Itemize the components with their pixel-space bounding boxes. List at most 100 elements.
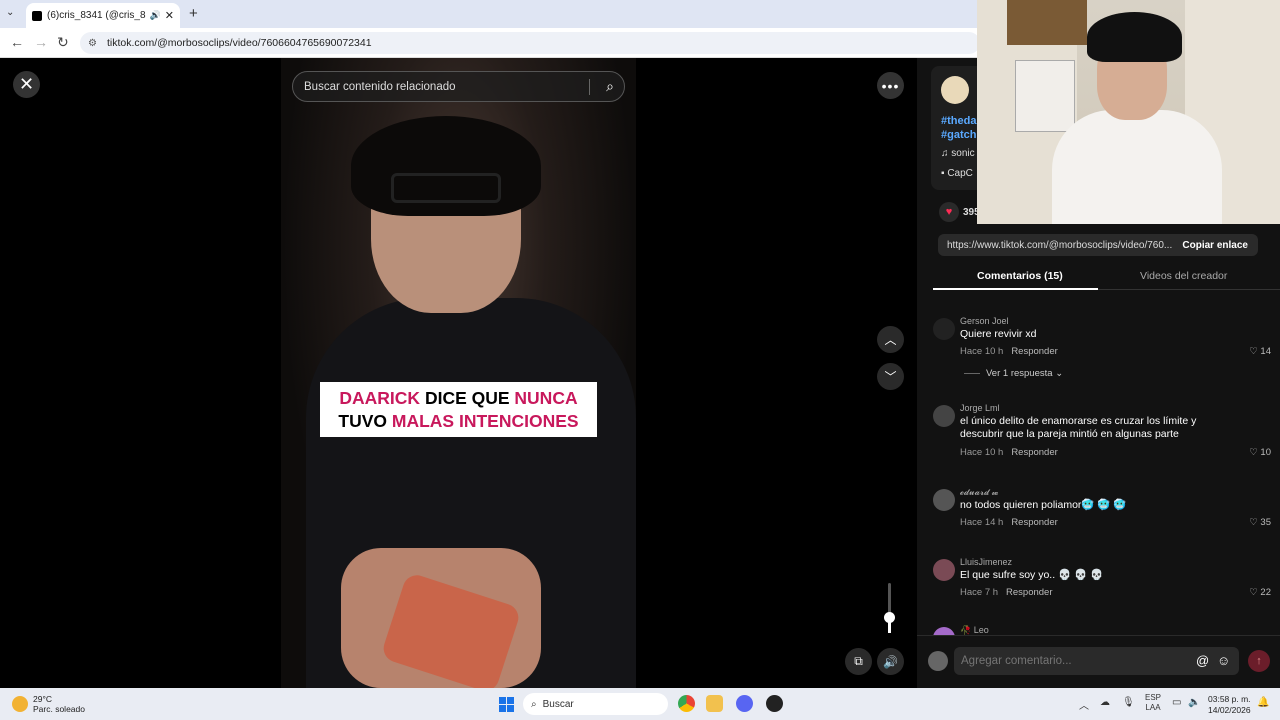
- webcam-overlay: [977, 0, 1280, 224]
- active-tab-underline: [933, 288, 1098, 290]
- reload-icon[interactable]: ↻: [57, 34, 69, 51]
- music-note-icon: ♫: [941, 148, 952, 159]
- audio-playing-icon[interactable]: 🔊: [150, 10, 161, 21]
- weather-widget[interactable]: 29°C Parc. soleado: [12, 694, 85, 714]
- search-icon[interactable]: ⌕: [606, 78, 614, 95]
- tab-search-chevron-icon[interactable]: ⌄: [6, 7, 14, 18]
- comment-avatar[interactable]: [933, 627, 955, 635]
- cloud-sync-icon[interactable]: ☁: [1100, 697, 1110, 708]
- tab-close-icon[interactable]: ✕: [165, 9, 174, 22]
- hashtag-2[interactable]: #gatch: [941, 128, 976, 142]
- emoji-icon[interactable]: ☺: [1217, 653, 1230, 668]
- clock-date: 14/02/2026: [1208, 705, 1251, 715]
- comment-like[interactable]: ♡ 22: [1249, 587, 1271, 598]
- picture-in-picture-button[interactable]: ⧉: [845, 648, 872, 675]
- heart-icon[interactable]: ♥: [939, 202, 959, 222]
- url-field[interactable]: ⚙ tiktok.com/@morbosoclips/video/7606604…: [80, 32, 980, 54]
- hashtag-1[interactable]: #theda: [941, 114, 976, 128]
- more-options-button[interactable]: •••: [877, 72, 904, 99]
- webcam-calendar: [1015, 60, 1075, 132]
- capcut-link[interactable]: ▪ CapC: [941, 168, 973, 179]
- reply-button[interactable]: Responder: [1006, 587, 1052, 598]
- see-replies-button[interactable]: Ver 1 respuesta ⌄: [964, 368, 1063, 379]
- tray-overflow-icon[interactable]: ︿: [1079, 697, 1089, 712]
- comment-like[interactable]: ♡ 35: [1249, 517, 1271, 528]
- capcut-label: CapC: [947, 168, 973, 179]
- comment-item: Jorge Lml el único delito de enamorarse …: [933, 403, 1273, 463]
- chrome-icon[interactable]: [678, 695, 695, 712]
- music-label: sonic: [951, 148, 975, 159]
- comment-text: el único delito de enamorarse es cruzar …: [960, 415, 1197, 440]
- copy-link-button[interactable]: Copiar enlace: [1182, 240, 1248, 251]
- chevron-down-icon: ⌄: [1055, 368, 1064, 379]
- comment-tabs: Comentarios (15) Videos del creador: [933, 265, 1280, 290]
- tiktok-favicon-icon: [32, 10, 42, 21]
- reply-button[interactable]: Responder: [1011, 517, 1057, 528]
- caption-word: NUNCA: [514, 387, 578, 408]
- comment-like-count: 10: [1260, 447, 1271, 458]
- windows-taskbar: 29°C Parc. soleado ⌕ Buscar ︿ ☁ 🎙 ESP LA…: [0, 688, 1280, 720]
- send-button[interactable]: ↑: [1248, 650, 1270, 672]
- comment-list[interactable]: Gerson Joel Quiere revivir xd Hace 10 h R…: [917, 303, 1280, 635]
- comment-meta: Hace 7 h Responder: [960, 587, 1053, 598]
- next-video-button[interactable]: ﹀: [877, 363, 904, 390]
- video-caption: DAARICK DICE QUE NUNCA TUVO MALAS INTENC…: [320, 382, 597, 437]
- mention-icon[interactable]: @: [1196, 653, 1209, 668]
- network-icon[interactable]: ▭: [1172, 697, 1181, 708]
- caption-line-1: DAARICK DICE QUE NUNCA: [339, 387, 577, 410]
- discord-icon[interactable]: [736, 695, 753, 712]
- comment-user[interactable]: LluisJimenez: [960, 557, 1012, 567]
- volume-knob[interactable]: [884, 612, 895, 623]
- share-link-row: https://www.tiktok.com/@morbosoclips/vid…: [938, 234, 1258, 256]
- hashtags[interactable]: #theda #gatch: [941, 114, 976, 142]
- heart-outline-icon: ♡: [1249, 346, 1261, 357]
- tab-creator-videos[interactable]: Videos del creador: [1140, 270, 1227, 282]
- site-info-icon[interactable]: ⚙: [88, 38, 97, 49]
- search-icon: ⌕: [531, 698, 537, 710]
- like-control[interactable]: ♥ 395: [939, 202, 980, 222]
- tab-comments[interactable]: Comentarios (15): [977, 270, 1063, 282]
- forward-icon[interactable]: →: [34, 34, 48, 50]
- comment-item: Gerson Joel Quiere revivir xd Hace 10 h R…: [933, 316, 1273, 386]
- reply-button[interactable]: Responder: [1011, 447, 1057, 458]
- browser-tab[interactable]: (6)cris_8341 (@cris_8341) | 🔊 ✕: [26, 3, 180, 28]
- microphone-icon[interactable]: 🎙: [1122, 697, 1135, 708]
- video-player[interactable]: [281, 58, 636, 688]
- comment-user[interactable]: 𝓮𝓭𝓾𝓪𝓻𝓭 𝔀: [960, 487, 998, 498]
- obs-icon[interactable]: [766, 695, 783, 712]
- clock-time: 03:58 p. m.: [1208, 694, 1251, 704]
- comment-like[interactable]: ♡ 14: [1249, 346, 1271, 357]
- music-link[interactable]: ♫ sonic: [941, 148, 975, 159]
- taskbar-search[interactable]: ⌕ Buscar: [523, 693, 668, 715]
- comment-avatar[interactable]: [933, 559, 955, 581]
- caption-word: DAARICK: [339, 387, 421, 408]
- close-button[interactable]: ✕: [13, 71, 40, 98]
- my-avatar: [928, 651, 948, 671]
- comment-avatar[interactable]: [933, 318, 955, 340]
- file-explorer-icon[interactable]: [706, 695, 723, 712]
- creator-avatar[interactable]: [941, 76, 969, 104]
- comment-user[interactable]: Gerson Joel: [960, 316, 1009, 326]
- comment-avatar[interactable]: [933, 489, 955, 511]
- comment-avatar[interactable]: [933, 405, 955, 427]
- notification-bell-icon[interactable]: 🔔: [1257, 697, 1269, 708]
- start-button[interactable]: [499, 697, 514, 712]
- weather-text: 29°C Parc. soleado: [33, 694, 85, 714]
- system-clock[interactable]: 03:58 p. m. 14/02/2026: [1208, 694, 1251, 716]
- related-search-input[interactable]: Buscar contenido relacionado ⌕: [292, 71, 625, 102]
- comment-time: Hace 7 h: [960, 587, 999, 598]
- volume-button[interactable]: 🔊: [877, 648, 904, 675]
- back-icon[interactable]: ←: [10, 34, 24, 50]
- speaker-icon[interactable]: 🔈: [1188, 697, 1200, 708]
- taskbar-search-label: Buscar: [542, 698, 574, 710]
- webcam-person-hair: [1087, 12, 1182, 62]
- comment-user[interactable]: 🥀 Leo: [960, 625, 989, 635]
- previous-video-button[interactable]: ︿: [877, 326, 904, 353]
- comment-like[interactable]: ♡ 10: [1249, 447, 1271, 458]
- reply-button[interactable]: Responder: [1011, 346, 1057, 357]
- new-tab-button[interactable]: +: [189, 5, 198, 22]
- comment-user[interactable]: Jorge Lml: [960, 403, 1000, 413]
- heart-outline-icon: ♡: [1249, 447, 1261, 458]
- language-indicator[interactable]: ESP LAA: [1145, 693, 1161, 713]
- sun-icon: [12, 696, 28, 712]
